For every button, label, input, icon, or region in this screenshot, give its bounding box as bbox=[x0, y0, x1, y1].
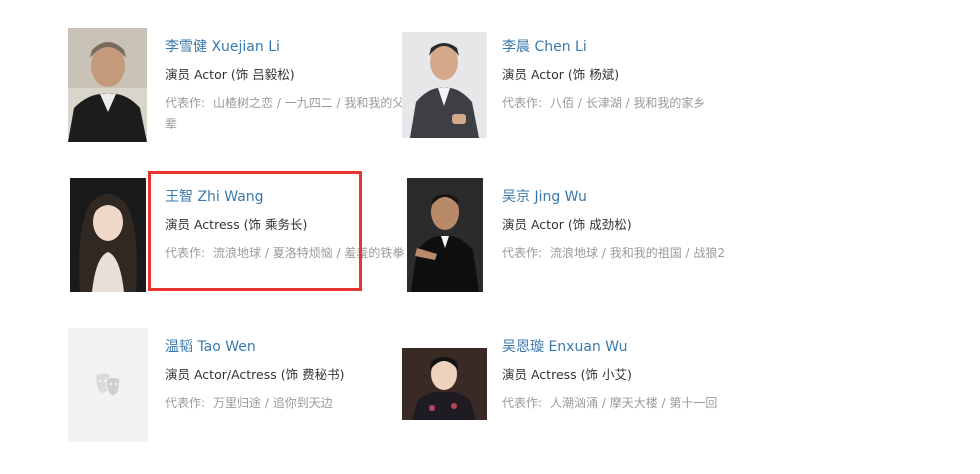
works-label: 代表作: bbox=[165, 96, 206, 110]
actor-name-link[interactable]: 温韬 Tao Wen bbox=[165, 338, 405, 356]
actor-role: 演员 Actor/Actress (饰 费秘书) bbox=[165, 367, 345, 382]
cast-card: 吴恩璇 Enxuan Wu 演员 Actress (饰 小艾) 代表作: 人潮汹涌… bbox=[402, 328, 732, 448]
representative-works: 代表作: 流浪地球 / 夏洛特烦恼 / 羞羞的铁拳 bbox=[165, 243, 405, 264]
actor-photo[interactable] bbox=[68, 28, 147, 142]
actor-role: 演员 Actor (饰 杨斌) bbox=[502, 67, 620, 82]
cast-card: 吴京 Jing Wu 演员 Actor (饰 成劲松) 代表作: 流浪地球 / 我… bbox=[407, 178, 737, 298]
works-label: 代表作: bbox=[165, 246, 206, 260]
works-links[interactable]: 流浪地球 / 我和我的祖国 / 战狼2 bbox=[550, 246, 725, 260]
actor-photo[interactable] bbox=[402, 32, 487, 138]
works-label: 代表作: bbox=[165, 396, 206, 410]
actor-name-link[interactable]: 李雪健 Xuejian Li bbox=[165, 38, 405, 56]
actor-name-link[interactable]: 李晨 Chen Li bbox=[502, 38, 742, 56]
works-label: 代表作: bbox=[502, 246, 543, 260]
actor-name-link[interactable]: 王智 Zhi Wang bbox=[165, 188, 405, 206]
representative-works: 代表作: 流浪地球 / 我和我的祖国 / 战狼2 bbox=[502, 243, 742, 264]
representative-works: 代表作: 山楂树之恋 / 一九四二 / 我和我的父辈 bbox=[165, 93, 405, 135]
cast-info: 吴京 Jing Wu 演员 Actor (饰 成劲松) 代表作: 流浪地球 / 我… bbox=[502, 188, 742, 264]
actor-role: 演员 Actress (饰 乘务长) bbox=[165, 217, 308, 232]
theater-masks-icon bbox=[94, 372, 122, 398]
cast-card: 李晨 Chen Li 演员 Actor (饰 杨斌) 代表作: 八佰 / 长津湖 … bbox=[402, 28, 732, 148]
actor-role: 演员 Actor (饰 吕毅松) bbox=[165, 67, 295, 82]
representative-works: 代表作: 人潮汹涌 / 摩天大楼 / 第十一回 bbox=[502, 393, 742, 414]
works-label: 代表作: bbox=[502, 396, 543, 410]
works-links[interactable]: 流浪地球 / 夏洛特烦恼 / 羞羞的铁拳 bbox=[213, 246, 404, 260]
actor-photo[interactable] bbox=[407, 178, 483, 292]
works-links[interactable]: 人潮汹涌 / 摩天大楼 / 第十一回 bbox=[550, 396, 717, 410]
actor-role: 演员 Actress (饰 小艾) bbox=[502, 367, 632, 382]
actor-name-link[interactable]: 吴恩璇 Enxuan Wu bbox=[502, 338, 742, 356]
works-links[interactable]: 万里归途 / 追你到天边 bbox=[213, 396, 333, 410]
actor-photo[interactable] bbox=[402, 348, 487, 420]
representative-works: 代表作: 八佰 / 长津湖 / 我和我的家乡 bbox=[502, 93, 742, 114]
works-label: 代表作: bbox=[502, 96, 543, 110]
cast-info: 李雪健 Xuejian Li 演员 Actor (饰 吕毅松) 代表作: 山楂树之… bbox=[165, 38, 405, 135]
cast-info: 王智 Zhi Wang 演员 Actress (饰 乘务长) 代表作: 流浪地球 … bbox=[165, 188, 405, 264]
works-links[interactable]: 八佰 / 长津湖 / 我和我的家乡 bbox=[550, 96, 705, 110]
cast-info: 温韬 Tao Wen 演员 Actor/Actress (饰 费秘书) 代表作:… bbox=[165, 338, 405, 414]
actor-name-link[interactable]: 吴京 Jing Wu bbox=[502, 188, 742, 206]
actor-photo-placeholder[interactable] bbox=[68, 328, 148, 442]
cast-card: 李雪健 Xuejian Li 演员 Actor (饰 吕毅松) 代表作: 山楂树之… bbox=[68, 28, 404, 148]
cast-info: 李晨 Chen Li 演员 Actor (饰 杨斌) 代表作: 八佰 / 长津湖 … bbox=[502, 38, 742, 114]
actor-photo[interactable] bbox=[70, 178, 146, 292]
representative-works: 代表作: 万里归途 / 追你到天边 bbox=[165, 393, 405, 414]
cast-card: 温韬 Tao Wen 演员 Actor/Actress (饰 费秘书) 代表作:… bbox=[68, 328, 398, 448]
actor-role: 演员 Actor (饰 成劲松) bbox=[502, 217, 632, 232]
cast-info: 吴恩璇 Enxuan Wu 演员 Actress (饰 小艾) 代表作: 人潮汹涌… bbox=[502, 338, 742, 414]
cast-card: 王智 Zhi Wang 演员 Actress (饰 乘务长) 代表作: 流浪地球 … bbox=[70, 178, 404, 298]
